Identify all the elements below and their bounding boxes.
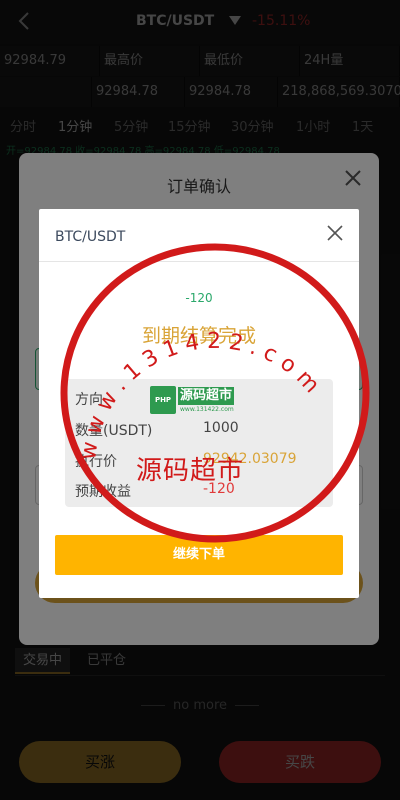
- result-profit-small: -120: [185, 291, 213, 305]
- app-root: BTC/USDT -15.11% 92984.79 最高价 最低价 24H量 9…: [0, 0, 400, 800]
- close-icon[interactable]: [327, 225, 343, 241]
- result-divider: [39, 261, 359, 262]
- settlement-details: 方向 数量(USDT) 1000 执行价 92942.03079 预期收益 -1…: [65, 379, 333, 507]
- price-value: 92942.03079: [203, 451, 297, 467]
- settlement-result-modal: BTC/USDT -120 到期结算完成 方向 数量(USDT) 1000 执行…: [39, 209, 359, 598]
- quantity-value: 1000: [203, 420, 239, 436]
- quantity-label: 数量(USDT): [75, 423, 153, 439]
- result-pair-title: BTC/USDT: [55, 229, 126, 245]
- profit-value: -120: [203, 481, 235, 497]
- direction-label: 方向: [75, 392, 103, 408]
- settlement-status: 到期结算完成: [141, 325, 256, 347]
- price-label: 执行价: [75, 454, 117, 470]
- profit-label: 预期收益: [75, 484, 131, 500]
- continue-order-button[interactable]: 继续下单: [55, 535, 343, 575]
